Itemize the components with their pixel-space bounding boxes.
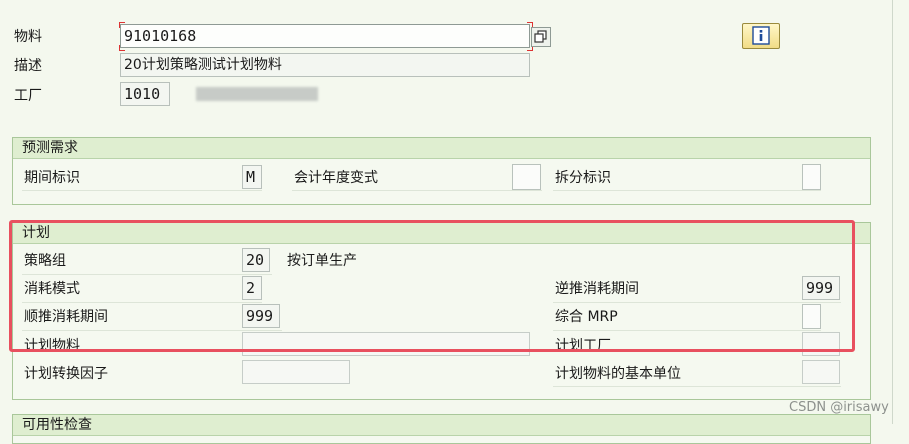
row-underline: [22, 190, 262, 191]
focus-corner-bl: [119, 45, 125, 51]
info-button[interactable]: [742, 23, 780, 49]
availability-check-group: 可用性检查: [12, 414, 871, 444]
watermark-text: CSDN @irisawy: [789, 400, 889, 415]
row-underline: [553, 190, 821, 191]
row-underline: [292, 190, 542, 191]
material-label: 物料: [14, 29, 42, 45]
fiscal-year-variant-label: 会计年度变式: [294, 170, 378, 186]
forecast-requirements-group: 预测需求: [12, 137, 871, 205]
material-input[interactable]: 91010168: [120, 24, 530, 48]
fiscal-year-variant-field: [512, 164, 541, 190]
planning-base-unit-label: 计划物料的基本单位: [555, 366, 681, 382]
plant-field: 1010: [120, 82, 170, 106]
row-underline: [553, 386, 841, 387]
description-label: 描述: [14, 58, 42, 74]
split-indicator-label: 拆分标识: [555, 170, 611, 186]
focus-corner-tl: [119, 22, 125, 28]
group-header: 可用性检查: [13, 415, 870, 436]
group-header: 预测需求: [13, 138, 870, 159]
planning-base-unit-field: [802, 360, 840, 384]
plant-label: 工厂: [14, 88, 42, 104]
copy-icon: [534, 30, 547, 43]
period-indicator-field: M: [242, 165, 262, 189]
forecast-group-title: 预测需求: [22, 140, 78, 156]
redacted-plant-name: [196, 87, 318, 101]
vertical-scrollbar[interactable]: [892, 0, 893, 424]
planning-conversion-factor-field: [242, 360, 350, 384]
period-indicator-label: 期间标识: [24, 170, 80, 186]
availability-check-title: 可用性检查: [22, 417, 92, 433]
split-indicator-field: [802, 164, 821, 190]
copy-value-button[interactable]: [531, 27, 551, 47]
highlight-box: [9, 220, 855, 352]
planning-conversion-factor-label: 计划转换因子: [24, 366, 108, 382]
description-field: 20计划策略测试计划物料: [120, 53, 530, 77]
info-icon: [752, 26, 770, 45]
